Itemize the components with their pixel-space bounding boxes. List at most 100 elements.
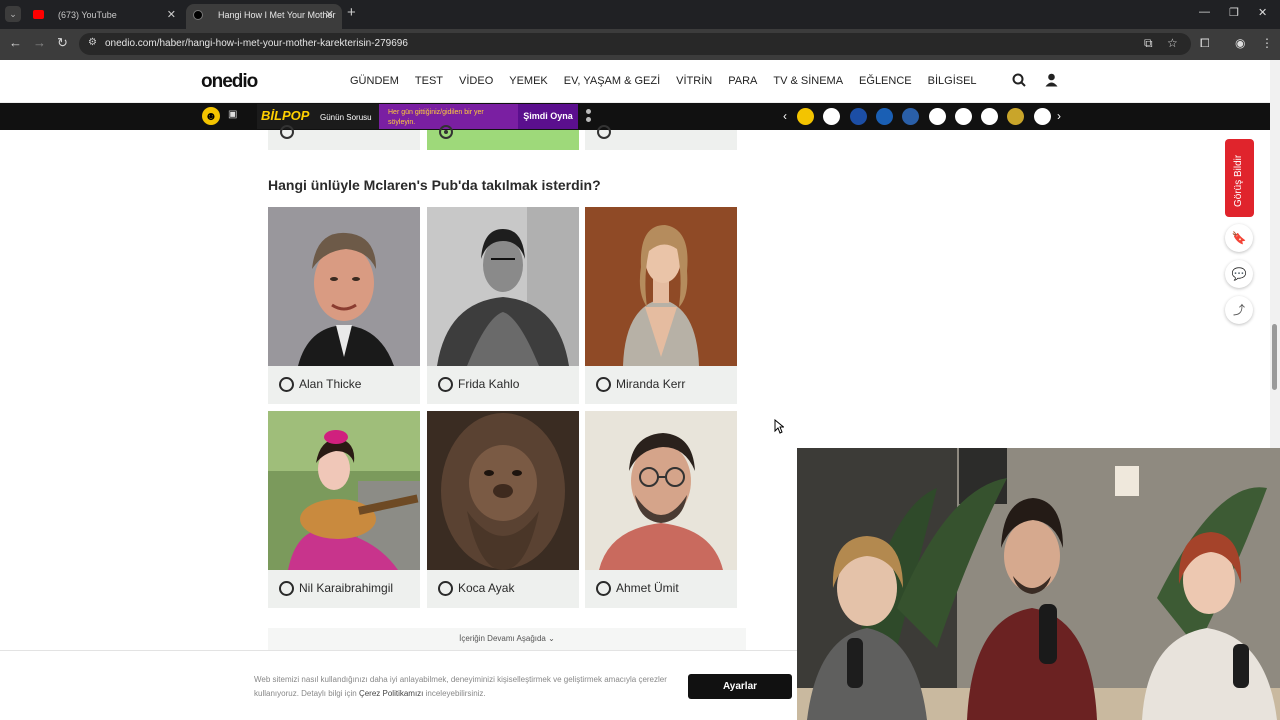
share-icon[interactable]: ⤴ <box>1225 296 1253 324</box>
brand-circle-icon[interactable] <box>1007 108 1025 125</box>
cast-icon[interactable]: ⧉ <box>1144 36 1153 51</box>
onedio-logo[interactable]: onedio <box>201 71 258 93</box>
bookmark-icon[interactable]: 🔖 <box>1225 224 1253 252</box>
chevron-left-icon[interactable]: ‹ <box>783 109 787 123</box>
gallery-icon[interactable]: ▣ <box>228 109 237 120</box>
browser-toolbar: ← → ↻ ⚙ onedio.com/haber/hangi-how-i-met… <box>0 29 1280 60</box>
nav-item-bilgisel[interactable]: BİLGİSEL <box>928 75 977 87</box>
page-scrollbar[interactable] <box>1270 60 1280 450</box>
answer-option[interactable]: Ahmet Ümit <box>585 411 737 608</box>
option-answer[interactable]: Nil Karaibrahimgil <box>268 570 420 608</box>
tab-search-button[interactable]: ⌄ <box>5 6 21 22</box>
tab-title: (673) YouTube <box>58 10 117 20</box>
radio-button[interactable] <box>596 581 611 596</box>
close-window-icon[interactable]: ✕ <box>1258 6 1267 19</box>
brand-circle-icon[interactable] <box>981 108 999 125</box>
bilpop-banner[interactable]: BİLPOP Günün Sorusu <box>257 104 379 129</box>
comments-icon[interactable]: 💬 <box>1225 260 1253 288</box>
prev-option-selected[interactable] <box>427 125 579 150</box>
bilpop-logo: BİLPOP <box>261 108 310 123</box>
settings-button[interactable]: Ayarlar <box>688 674 792 699</box>
webcam-overlay <box>797 448 1280 720</box>
radio-button[interactable] <box>439 125 453 139</box>
continue-below-button[interactable]: İçeriğin Devamı Aşağıda ⌄ <box>268 628 746 650</box>
minimize-icon[interactable]: — <box>1199 6 1210 18</box>
option-photo[interactable] <box>427 207 579 366</box>
answer-option[interactable]: Miranda Kerr <box>585 207 737 404</box>
address-bar[interactable]: ⚙ onedio.com/haber/hangi-how-i-met-your-… <box>79 33 1191 55</box>
nav-item-vitrin[interactable]: VİTRİN <box>676 75 712 87</box>
option-answer[interactable]: Koca Ayak <box>427 570 579 608</box>
menu-dots-icon[interactable]: ⋮ <box>1261 36 1273 50</box>
nav-item-ev-yasam-gezi[interactable]: EV, YAŞAM & GEZİ <box>564 75 660 87</box>
bookmark-star-icon[interactable]: ☆ <box>1167 36 1178 50</box>
option-photo[interactable] <box>427 411 579 570</box>
option-label: Ahmet Ümit <box>616 581 679 595</box>
nav-item-gundem[interactable]: GÜNDEM <box>350 75 399 87</box>
reload-icon[interactable]: ↻ <box>57 35 68 51</box>
radio-button[interactable] <box>279 377 294 392</box>
nav-item-video[interactable]: VİDEO <box>459 75 493 87</box>
answer-option[interactable]: Frida Kahlo <box>427 207 579 404</box>
smiley-icon[interactable]: ☻ <box>202 107 220 125</box>
browser-tab-bar: ⌄ (673) YouTube ✕ Hangi How I Met Your M… <box>0 0 1280 42</box>
cookie-banner: Web sitemizi nasıl kullandığınızı daha i… <box>0 650 797 720</box>
forward-arrow-icon[interactable]: → <box>33 35 46 50</box>
extensions-icon[interactable]: ⧠ <box>1200 36 1210 51</box>
option-photo[interactable] <box>585 207 737 366</box>
scrollbar-thumb[interactable] <box>1272 324 1277 390</box>
option-answer[interactable]: Alan Thicke <box>268 366 420 404</box>
promo-bar: ☻ ▣ BİLPOP Günün Sorusu Her gün gittiğin… <box>0 103 1270 130</box>
brand-circle-icon[interactable] <box>849 108 867 125</box>
answer-option[interactable]: Alan Thicke <box>268 207 420 404</box>
brand-circle-icon[interactable] <box>797 108 814 125</box>
option-photo[interactable] <box>585 411 737 570</box>
radio-button[interactable] <box>280 125 294 139</box>
answer-option[interactable]: Nil Karaibrahimgil <box>268 411 420 608</box>
brand-circle-icon[interactable] <box>902 108 920 125</box>
search-icon[interactable] <box>1012 73 1026 90</box>
close-tab-icon[interactable]: ✕ <box>167 4 176 26</box>
prev-option[interactable] <box>585 125 737 150</box>
pager-dots <box>586 109 591 125</box>
option-answer[interactable]: Frida Kahlo <box>427 366 579 404</box>
brand-circle-icon[interactable] <box>928 108 946 125</box>
option-photo[interactable] <box>268 411 420 570</box>
feedback-button[interactable]: Görüş Bildir <box>1225 139 1254 217</box>
brand-circle-icon[interactable] <box>875 108 893 125</box>
brand-circle-icon[interactable] <box>823 108 841 125</box>
main-nav: GÜNDEM TEST VİDEO YEMEK EV, YAŞAM & GEZİ… <box>350 75 993 87</box>
radio-button[interactable] <box>596 377 611 392</box>
cookie-policy-link[interactable]: Çerez Politikamızı <box>359 689 423 698</box>
brand-circle-icon[interactable] <box>954 108 972 125</box>
radio-button[interactable] <box>438 377 453 392</box>
profile-icon[interactable]: ◉ <box>1235 36 1245 50</box>
nav-item-yemek[interactable]: YEMEK <box>509 75 548 87</box>
nav-item-para[interactable]: PARA <box>728 75 757 87</box>
answer-option[interactable]: Koca Ayak <box>427 411 579 608</box>
tab-youtube[interactable]: (673) YouTube ✕ <box>26 4 184 29</box>
onedio-favicon-icon <box>193 10 203 20</box>
radio-button[interactable] <box>597 125 611 139</box>
option-answer[interactable]: Miranda Kerr <box>585 366 737 404</box>
close-tab-icon[interactable]: ✕ <box>325 4 334 26</box>
site-info-icon[interactable]: ⚙ <box>88 37 97 48</box>
radio-button[interactable] <box>438 581 453 596</box>
nav-item-tv-sinema[interactable]: TV & SİNEMA <box>773 75 843 87</box>
chevron-right-icon[interactable]: › <box>1057 109 1061 123</box>
nav-item-eglence[interactable]: EĞLENCE <box>859 75 912 87</box>
user-icon[interactable] <box>1045 73 1058 90</box>
option-answer[interactable]: Ahmet Ümit <box>585 570 737 608</box>
back-arrow-icon[interactable]: ← <box>9 35 22 50</box>
mouse-cursor-icon <box>774 418 785 439</box>
cookie-text: Web sitemizi nasıl kullandığınızı daha i… <box>254 675 667 698</box>
nav-item-test[interactable]: TEST <box>415 75 443 87</box>
option-photo[interactable] <box>268 207 420 366</box>
brand-circle-icon[interactable] <box>1033 108 1051 125</box>
prev-option[interactable] <box>268 125 420 150</box>
radio-button[interactable] <box>279 581 294 596</box>
play-now-button[interactable]: Şimdi Oyna <box>518 104 578 129</box>
new-tab-button[interactable]: + <box>347 4 356 21</box>
restore-icon[interactable]: ❐ <box>1229 6 1239 19</box>
tab-onedio[interactable]: Hangi How I Met Your Mother K ✕ <box>186 4 342 42</box>
